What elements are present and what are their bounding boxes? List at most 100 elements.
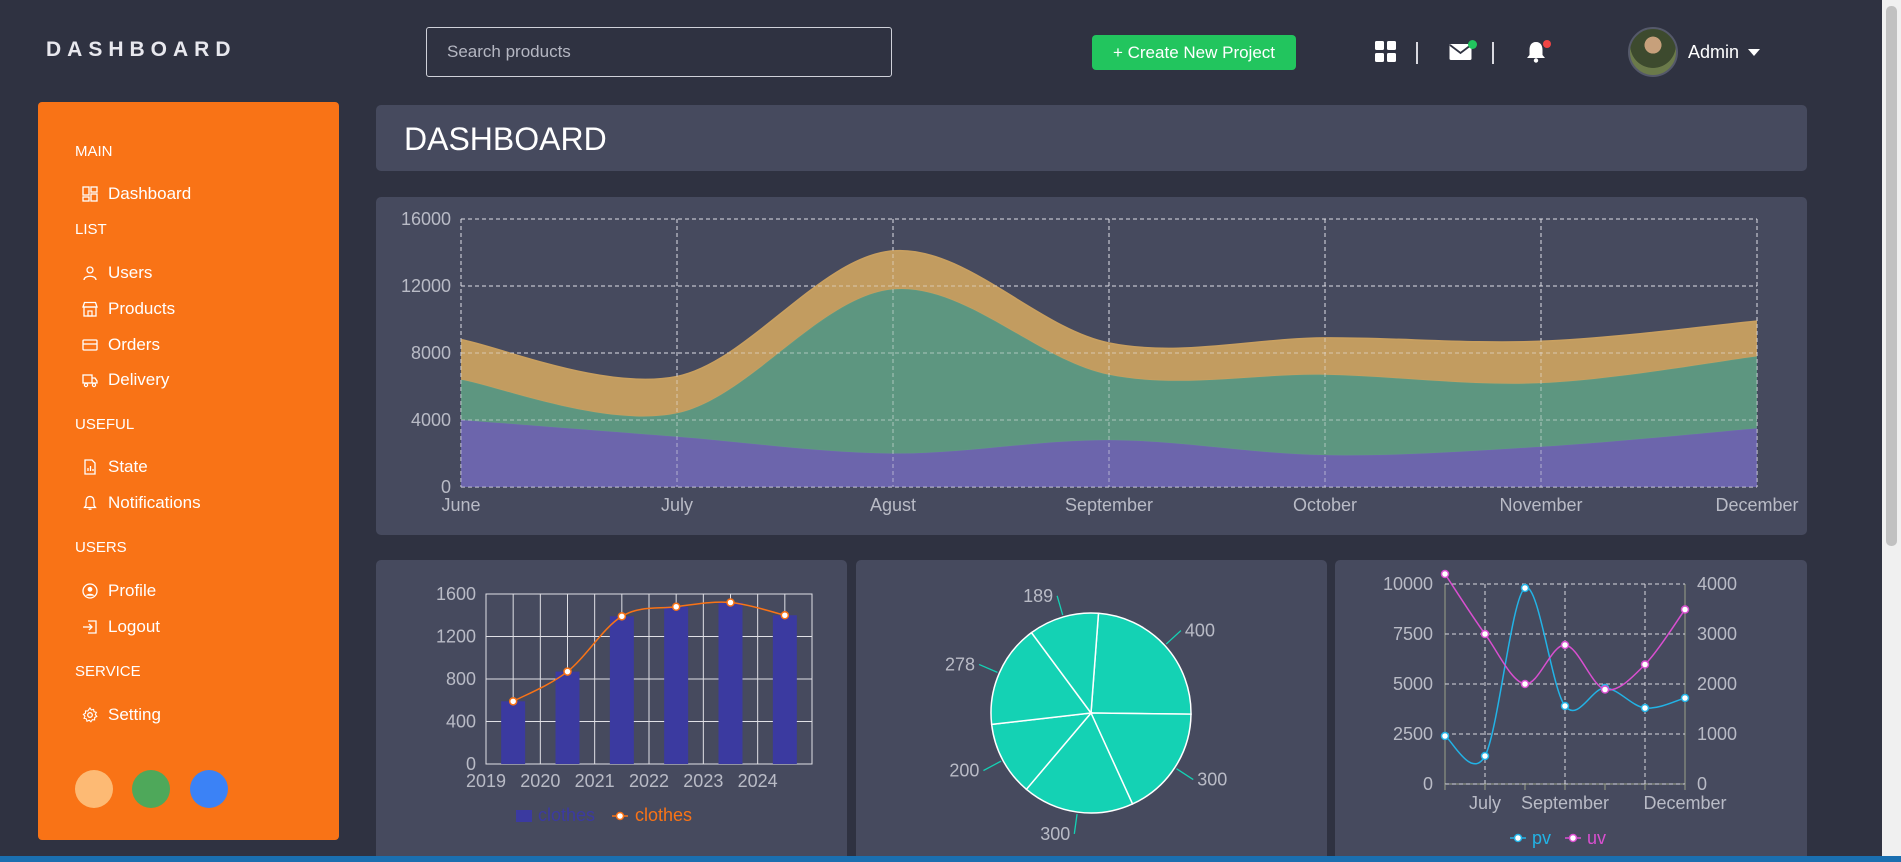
sidebar-item-users[interactable]: Users — [82, 263, 152, 283]
create-project-button[interactable]: + Create New Project — [1092, 35, 1296, 70]
search-input[interactable] — [426, 27, 892, 77]
logout-icon — [83, 620, 97, 634]
page-scrollbar[interactable] — [1882, 0, 1901, 856]
y-tick-label: 400 — [446, 712, 476, 732]
mail-status-dot — [1468, 40, 1477, 49]
x-tick-label: July — [661, 495, 693, 515]
area-chart-panel: 0 4000 8000 12000 16000 June July Agust Septembe… — [376, 197, 1807, 535]
avatar[interactable] — [1628, 27, 1678, 77]
x-tick-label: 2019 — [466, 771, 506, 791]
gear-icon — [82, 707, 98, 723]
pie-label-leader — [983, 760, 1002, 772]
legend-label: uv — [1587, 828, 1606, 848]
y-tick-label-right: 2000 — [1697, 674, 1737, 694]
page-title: DASHBOARD — [404, 121, 607, 157]
y-tick-label: 4000 — [411, 410, 451, 430]
pie-chart: 400 300 300 200 278 189 — [945, 586, 1227, 844]
line-point — [1680, 693, 1690, 703]
legend-label-bar: clothes — [538, 805, 595, 825]
bar — [501, 701, 526, 764]
sidebar-item-delivery[interactable]: Delivery — [82, 370, 169, 390]
line-point — [1640, 703, 1650, 713]
pie-label-leader — [1073, 813, 1078, 834]
theme-swatch-green[interactable] — [132, 770, 170, 808]
brand-logo[interactable]: DASHBOARD — [46, 38, 237, 62]
sidebar-item-label: Setting — [108, 705, 161, 724]
x-tick-label: July — [1469, 793, 1501, 813]
line-point — [726, 598, 735, 607]
dashboard-icon — [82, 186, 98, 202]
y-tick-label: 16000 — [401, 209, 451, 229]
theme-swatch-blue[interactable] — [190, 770, 228, 808]
x-tick-label: November — [1499, 495, 1582, 515]
line-point — [1680, 605, 1690, 614]
pie-slice-label: 400 — [1185, 621, 1215, 641]
sidebar-item-notifications[interactable]: Notifications — [82, 493, 201, 513]
credit-card-icon — [82, 339, 98, 351]
pie-slice — [1090, 612, 1192, 715]
profile-icon — [82, 583, 98, 599]
line-point — [1480, 629, 1490, 639]
legend-label-line: clothes — [635, 805, 692, 825]
bar — [772, 615, 797, 764]
pie-slice-label: 300 — [1040, 824, 1070, 844]
user-name[interactable]: Admin — [1688, 42, 1739, 63]
line-point — [1520, 583, 1530, 593]
x-tick-label: 2024 — [738, 771, 778, 791]
sidebar-item-products[interactable]: Products — [82, 299, 175, 319]
y-tick-label: 12000 — [401, 276, 451, 296]
y-tick-label-left: 7500 — [1393, 624, 1433, 644]
sidebar-item-setting[interactable]: Setting — [82, 705, 161, 725]
scrollbar-thumb[interactable] — [1886, 6, 1897, 546]
line-point — [1560, 701, 1570, 711]
x-tick-label: 2020 — [520, 771, 560, 791]
legend-swatch-point — [615, 811, 625, 821]
grid-apps-icon[interactable] — [1375, 41, 1396, 62]
bar — [718, 602, 743, 764]
sidebar-section-users: USERS — [75, 539, 127, 556]
toolbar-divider — [1416, 42, 1418, 64]
sidebar-item-dashboard[interactable]: Dashboard — [82, 184, 191, 204]
chevron-down-icon[interactable] — [1748, 49, 1760, 56]
y-tick-label-right: 3000 — [1697, 624, 1737, 644]
legend-swatch-bar — [516, 810, 532, 822]
line-point — [1440, 731, 1450, 741]
top-bar: DASHBOARD + Create New Project Admin — [0, 0, 1880, 102]
dual-axis-line-chart: 0 2500 5000 7500 10000 0 1000 2000 3000 4000 July S… — [1383, 569, 1737, 848]
sidebar-section-service: SERVICE — [75, 663, 141, 680]
line-point — [563, 667, 572, 676]
sidebar-item-label: Users — [108, 263, 153, 282]
sidebar-item-logout[interactable]: Logout — [82, 617, 160, 637]
sidebar-section-main: MAIN — [75, 143, 113, 160]
y-tick-label-left: 5000 — [1393, 674, 1433, 694]
sidebar-item-state[interactable]: State — [82, 457, 148, 477]
bar — [664, 606, 689, 764]
y-tick-label: 800 — [446, 669, 476, 689]
sidebar-item-label: Logout — [108, 617, 160, 636]
bar-line-chart: 0400800120016002019 2020 2021 2022 2023 2024c… — [436, 584, 813, 825]
legend-swatch-point — [1568, 833, 1578, 843]
sidebar-item-label: Products — [108, 299, 176, 318]
line-point — [617, 612, 627, 621]
y-tick-label-right: 0 — [1697, 774, 1707, 794]
y-tick-label: 0 — [441, 477, 451, 497]
bar — [555, 671, 580, 764]
y-tick-label-right: 1000 — [1697, 724, 1737, 744]
bar — [609, 616, 634, 764]
sidebar-item-label: Delivery — [108, 370, 170, 389]
pie-slice-label: 189 — [1023, 586, 1053, 606]
line-point — [1640, 660, 1650, 669]
pie-label-leader — [1165, 630, 1182, 645]
pie-label-leader — [1056, 595, 1064, 616]
theme-swatch-light-orange[interactable] — [75, 770, 113, 808]
x-tick-label: Agust — [870, 495, 916, 515]
x-tick-label: June — [441, 495, 480, 515]
sidebar-item-profile[interactable]: Profile — [82, 581, 156, 601]
y-tick-label: 1200 — [436, 627, 476, 647]
y-tick-label-left: 0 — [1423, 774, 1433, 794]
truck-icon — [82, 374, 98, 388]
sidebar-item-label: Dashboard — [108, 184, 192, 203]
x-tick-label: 2021 — [575, 771, 615, 791]
line-point — [780, 611, 790, 620]
sidebar-item-orders[interactable]: Orders — [82, 335, 160, 355]
